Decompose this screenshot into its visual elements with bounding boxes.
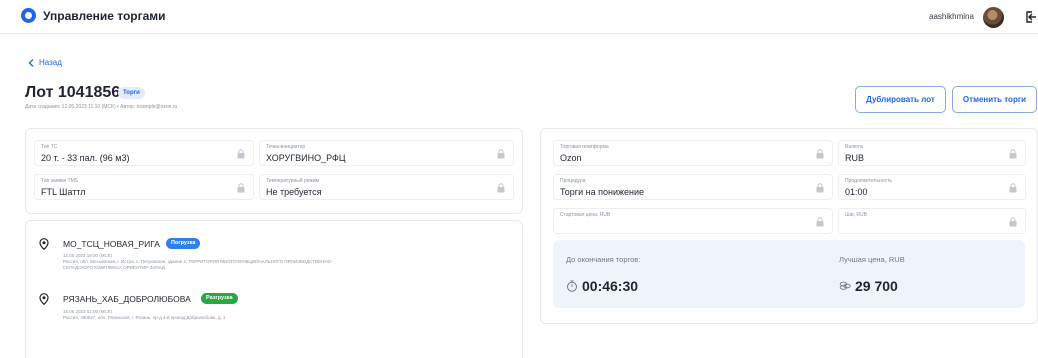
lock-icon [497,149,505,159]
field-label: Продолжительность [845,178,892,184]
route-point-name: РЯЗАНЬ_ХАБ_ДОБРОЛЮБОВА [63,294,191,304]
field-label: Торговая платформа [560,144,609,150]
field-label: Тип заявки TMS [41,178,79,184]
app-header: Управление торгами aashikhmina [0,0,1038,34]
route-point-address: Россия, 390047, обл. Рязанская, г. Рязан… [63,315,226,320]
auction-status-panel: До окончания торгов: 00:46:30 Лучшая цен… [553,240,1025,308]
loading-badge: Погрузка [166,238,201,249]
procedure-field[interactable]: Процедура Торги на понижение [553,174,833,200]
avatar[interactable] [983,7,1004,28]
transport-card: Тип ТС 20 т. - 33 пал. (96 м3) Точка-ини… [25,128,523,214]
chevron-left-icon [28,58,34,67]
start-price-field[interactable]: Стартовая цена, RUB [553,208,833,234]
step-field[interactable]: Шаг, RUB [838,208,1026,234]
lock-icon [237,183,245,193]
field-label: Точка-инициатор [266,144,306,150]
time-left-label: До окончания торгов: [566,255,641,264]
unloading-badge: Разгрузка [201,293,238,304]
field-label: Стартовая цена, RUB [560,212,611,218]
temperature-mode-field[interactable]: Температурный режим Не требуется [259,174,514,200]
field-value: Ozon [560,153,582,163]
status-badge: Торги [118,87,145,99]
vehicle-type-field[interactable]: Тип ТС 20 т. - 33 пал. (96 м3) [34,140,254,166]
tms-request-type-field[interactable]: Тип заявки TMS FTL Шаттл [34,174,254,200]
duration-field[interactable]: Продолжительность 01:00 [838,174,1026,200]
lock-icon [1009,149,1017,159]
back-label: Назад [39,58,62,67]
app-title: Управление торгами [43,9,166,23]
field-value: Торги на понижение [560,187,644,197]
lot-meta: Дата создания: 12.05.2023 11:10 (МСК) • … [25,104,178,110]
time-left-value: 00:46:30 [582,278,639,294]
lock-icon [1009,183,1017,193]
best-price-label: Лучшая цена, RUB [839,255,905,264]
route-point-address: СКЛАДСКОГО КОМПЛЕКСА ОРИЕНТИР-ЗАПАД [63,265,165,270]
initiator-point-field[interactable]: Точка-инициатор ХОРУГВИНО_РФЦ [259,140,514,166]
field-label: Валюта [845,144,863,150]
coins-icon [839,281,851,290]
best-price-value: 29 700 [855,278,898,294]
cancel-auction-button[interactable]: Отменить торги [952,86,1037,113]
lock-icon [237,149,245,159]
field-value: FTL Шаттл [41,187,86,197]
location-pin-icon [39,293,49,305]
platform-field[interactable]: Торговая платформа Ozon [553,140,833,166]
field-label: Тип ТС [41,144,58,150]
field-label: Температурный режим [266,178,320,184]
field-value: 20 т. - 33 пал. (96 м3) [41,153,130,163]
duplicate-lot-button[interactable]: Дублировать лот [855,86,946,113]
field-label: Процедура [560,178,586,184]
stopwatch-icon [567,280,577,292]
currency-field[interactable]: Валюта RUB [838,140,1026,166]
route-card: МО_ТСЦ_НОВАЯ_РИГА Погрузка 12.05.2023 18… [25,220,523,358]
lock-icon [497,183,505,193]
lock-icon [816,149,824,159]
page-title: Лот 1041856 [25,84,121,101]
lock-icon [816,183,824,193]
location-pin-icon [39,238,49,250]
field-value: 01:00 [845,187,868,197]
lock-icon [816,217,824,227]
route-point-name: МО_ТСЦ_НОВАЯ_РИГА [63,239,160,249]
field-value: RUB [845,153,865,163]
username[interactable]: aashikhmina [929,12,974,21]
logout-icon[interactable] [1023,10,1037,24]
field-value: ХОРУГВИНО_РФЦ [266,153,346,163]
field-value: Не требуется [266,187,322,197]
lock-icon [1009,217,1017,227]
back-link[interactable]: Назад [28,58,62,67]
field-label: Шаг, RUB [845,212,867,218]
logo-icon [21,8,36,23]
